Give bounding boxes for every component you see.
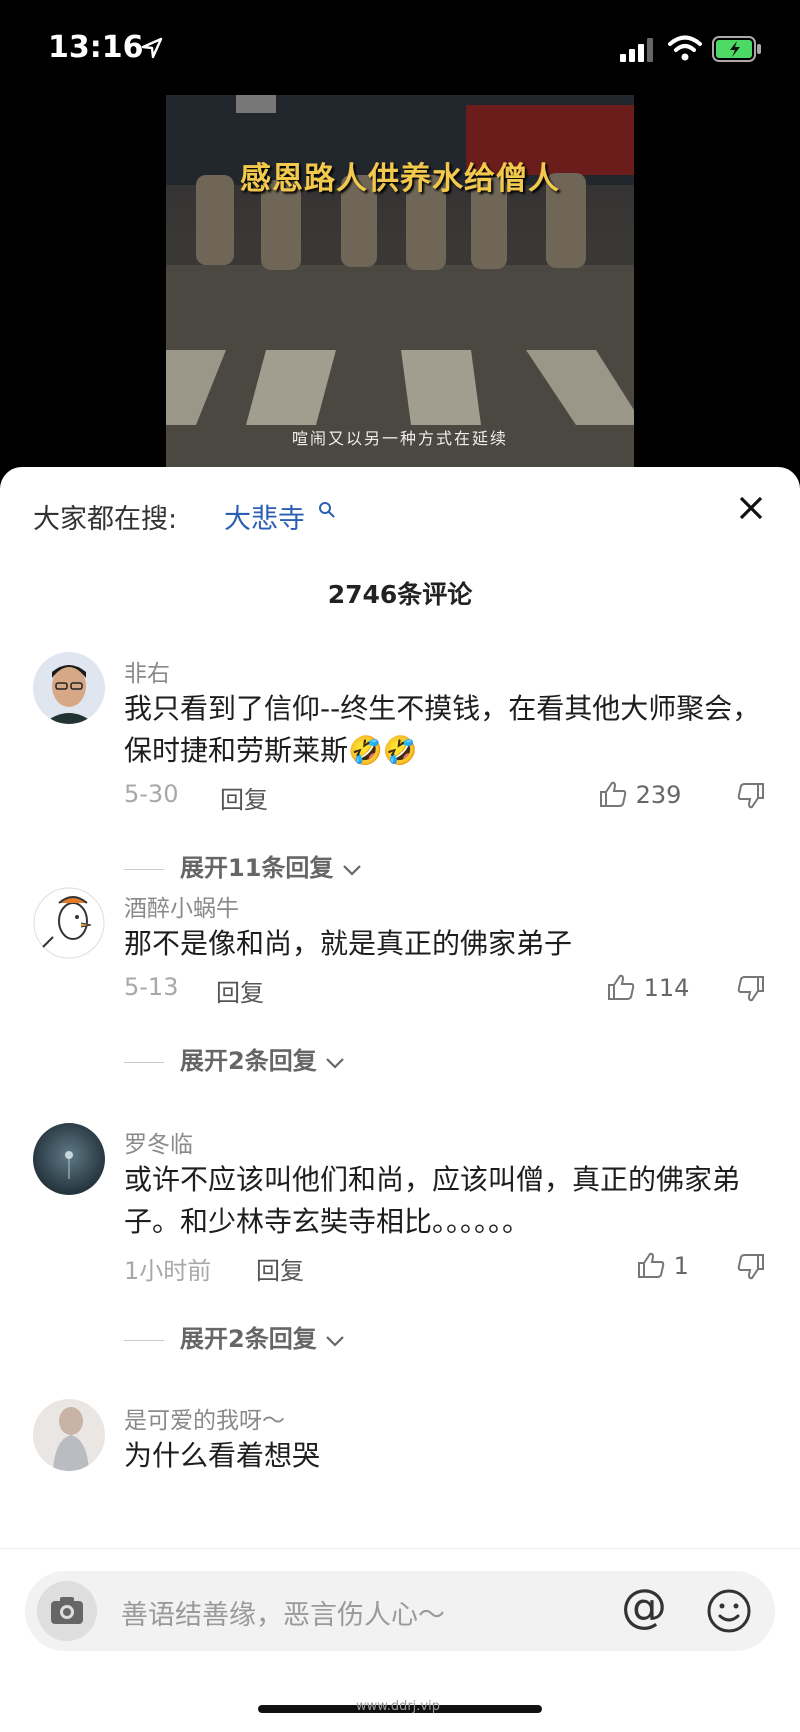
thumb-down-icon[interactable] xyxy=(736,782,766,810)
comment-input[interactable]: 善语结善缘，恶言伤人心～ @ xyxy=(25,1571,775,1651)
comment-input-bar: 善语结善缘，恶言伤人心～ @ www.ddrj.vip xyxy=(0,1548,800,1732)
thumb-down-icon[interactable] xyxy=(736,975,766,1003)
video-player[interactable]: 感恩路人供养水给僧人 喧闹又以另一种方式在延续 xyxy=(166,95,634,467)
video-scene xyxy=(166,95,634,467)
close-icon[interactable] xyxy=(735,492,767,524)
divider xyxy=(124,1061,164,1063)
emoji-icon[interactable] xyxy=(705,1587,753,1635)
comment-date: 1小时前 xyxy=(124,1257,212,1285)
search-suggestion-link[interactable]: 大悲寺 xyxy=(224,497,305,536)
divider xyxy=(124,1339,164,1341)
avatar[interactable] xyxy=(33,1399,105,1471)
thumb-up-icon xyxy=(638,1252,665,1278)
comment-date: 5-30 xyxy=(124,780,179,808)
comments-sheet: 大家都在搜: 大悲寺 2746条评论 非右 我只看到了信仰--终生不摸钱，在看其… xyxy=(0,467,800,1731)
like-button[interactable]: 239 xyxy=(598,780,681,809)
like-count: 1 xyxy=(673,1252,689,1280)
status-time: 13:16 xyxy=(48,30,144,65)
like-count: 114 xyxy=(643,974,690,1002)
comment-username[interactable]: 非右 xyxy=(124,654,170,688)
comment-username[interactable]: 酒醉小蜗牛 xyxy=(124,889,239,923)
status-bar: 13:16 xyxy=(0,0,800,100)
comment-text: 为什么看着想哭 xyxy=(124,1439,321,1472)
divider xyxy=(124,868,164,870)
avatar[interactable] xyxy=(33,887,105,959)
reply-button[interactable]: 回复 xyxy=(256,1251,304,1286)
expand-replies-button[interactable]: 展开2条回复 xyxy=(124,1319,345,1354)
video-subtitle: 喧闹又以另一种方式在延续 xyxy=(291,429,508,448)
thumb-down-icon[interactable] xyxy=(736,1253,766,1281)
mention-button[interactable]: @ xyxy=(621,1579,667,1633)
thumb-up-icon xyxy=(608,974,635,1000)
comment-username[interactable]: 是可爱的我呀～ xyxy=(124,1401,285,1435)
signal-icon xyxy=(620,38,653,62)
expand-replies-label: 展开2条回复 xyxy=(180,1325,317,1353)
thumb-up-icon xyxy=(600,781,627,807)
search-label: 大家都在搜: xyxy=(33,504,178,535)
comment-date: 5-13 xyxy=(124,973,179,1001)
avatar[interactable] xyxy=(33,1123,105,1195)
expand-replies-label: 展开11条回复 xyxy=(180,854,334,882)
input-placeholder: 善语结善缘，恶言伤人心～ xyxy=(121,1600,445,1631)
comment-count: 2746条评论 xyxy=(327,580,473,609)
video-title: 感恩路人供养水给僧人 xyxy=(240,161,560,197)
camera-icon xyxy=(51,1597,83,1624)
avatar[interactable] xyxy=(33,652,105,724)
chevron-down-icon xyxy=(342,865,361,876)
expand-replies-label: 展开2条回复 xyxy=(180,1047,317,1075)
reply-button[interactable]: 回复 xyxy=(220,780,268,815)
like-button[interactable]: 114 xyxy=(606,973,689,1002)
comment-text: 或许不应该叫他们和尚，应该叫僧，真正的佛家弟子。和少林寺玄奘寺相比。。。。。。 xyxy=(124,1163,741,1238)
wifi-icon xyxy=(668,35,702,61)
battery-icon xyxy=(712,36,761,62)
watermark: www.ddrj.vip xyxy=(356,1699,440,1714)
expand-replies-button[interactable]: 展开2条回复 xyxy=(124,1041,345,1076)
comment-text: 那不是像和尚，就是真正的佛家弟子 xyxy=(124,927,573,960)
camera-button[interactable] xyxy=(37,1581,97,1641)
reply-button[interactable]: 回复 xyxy=(216,973,264,1008)
search-icon[interactable] xyxy=(318,501,336,519)
comment-text: 我只看到了信仰--终生不摸钱，在看其他大师聚会，保时捷和劳斯莱斯🤣🤣 xyxy=(124,692,761,767)
chevron-down-icon xyxy=(326,1058,344,1069)
like-button[interactable]: 1 xyxy=(636,1251,689,1280)
comment-username[interactable]: 罗冬临 xyxy=(124,1125,193,1159)
like-count: 239 xyxy=(635,781,682,809)
location-arrow-icon xyxy=(141,37,163,59)
chevron-down-icon xyxy=(326,1336,344,1347)
expand-replies-button[interactable]: 展开11条回复 xyxy=(124,848,362,883)
